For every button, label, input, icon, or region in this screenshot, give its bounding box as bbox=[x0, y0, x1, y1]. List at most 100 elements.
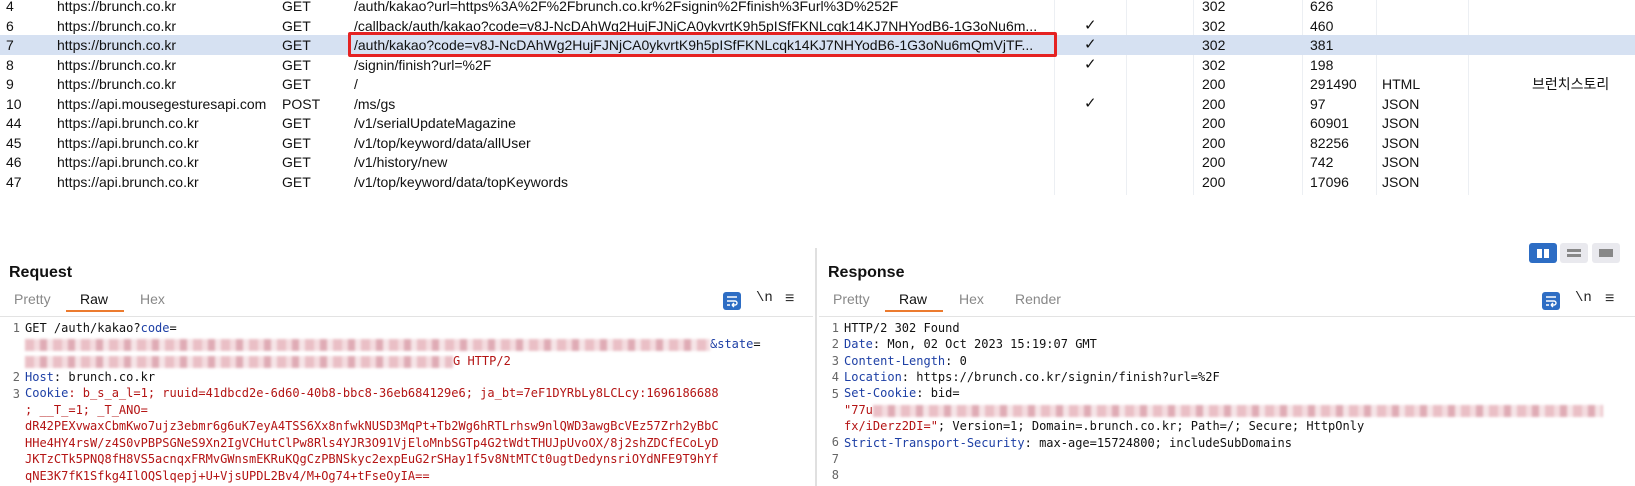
cell-length: 742 bbox=[1310, 154, 1334, 170]
tab-raw[interactable]: Raw bbox=[80, 291, 108, 307]
header-key: Strict-Transport-Security bbox=[844, 436, 1025, 450]
redacted-state-line: G HTTP/2 bbox=[25, 353, 511, 370]
param-eq: = bbox=[169, 321, 177, 335]
header-value: : b_s_a_l=1; ruuid=41dbcd2e-6d60-40b8-bb… bbox=[68, 386, 719, 400]
request-line-tail: G HTTP/2 bbox=[453, 354, 511, 368]
response-tabs: Pretty Raw Hex Render bbox=[819, 288, 1635, 312]
cell-status: 302 bbox=[1202, 37, 1226, 53]
show-newlines-button[interactable]: \n bbox=[756, 290, 773, 306]
cookie-line: dR42PEXvwaxCbmKwo7ujz3ebmr6g6uK7eyA4TSS6… bbox=[25, 419, 719, 433]
header-value: : 0 bbox=[945, 354, 967, 368]
status-line: HTTP/2 302 Found bbox=[844, 321, 960, 335]
cell-num: 10 bbox=[6, 95, 22, 112]
wrap-lines-icon[interactable] bbox=[1542, 292, 1560, 310]
request-editor[interactable]: 1 2 3 GET /auth/kakao?code= &state= G HT… bbox=[0, 317, 813, 486]
line-number: 1 bbox=[831, 321, 839, 335]
hamburger-menu-icon[interactable]: ≡ bbox=[1605, 290, 1614, 308]
table-row[interactable]: 45 https://api.brunch.co.kr GET/v1/top/key… bbox=[0, 133, 1635, 153]
cell-host: https://api.brunch.co.kr bbox=[57, 134, 199, 151]
tab-pretty[interactable]: Pretty bbox=[833, 291, 870, 307]
redacted-blur bbox=[25, 355, 453, 368]
wrap-lines-icon[interactable] bbox=[723, 292, 741, 310]
show-newlines-button[interactable]: \n bbox=[1575, 290, 1592, 306]
cell-length: 198 bbox=[1310, 56, 1334, 73]
cell-status: 200 bbox=[1202, 115, 1226, 131]
line-number: 2 bbox=[12, 370, 20, 384]
cell-method: POST bbox=[282, 95, 321, 112]
cell-edited: ✓ bbox=[1084, 36, 1097, 53]
tab-raw[interactable]: Raw bbox=[899, 291, 927, 307]
table-row[interactable]: 8 https://brunch.co.kr GET/signin/finish?u… bbox=[0, 55, 1635, 75]
cell-length: 17096 bbox=[1310, 173, 1349, 190]
content-length-header: Content-Length: 0 bbox=[844, 353, 967, 370]
cell-host: https://api.mousegesturesapi.com bbox=[57, 95, 267, 112]
cell-method: GET bbox=[282, 134, 311, 151]
redacted-blur bbox=[872, 404, 1603, 417]
set-cookie-value-line: "77u bbox=[844, 402, 1603, 419]
cell-status: 200 bbox=[1202, 173, 1226, 190]
header-value: : bid= bbox=[916, 386, 960, 400]
line-number: 5 bbox=[831, 387, 839, 401]
cell-mime: HTML bbox=[1382, 76, 1421, 92]
cell-status: 302 bbox=[1202, 56, 1226, 73]
cell-url: /auth/kakao?url=https%3A%2F%2Fbrunch.co.… bbox=[354, 0, 899, 14]
header-value: : Mon, 02 Oct 2023 15:19:07 GMT bbox=[872, 337, 1097, 351]
cookie-line: qNE3K7fK1Sfkg4IlOQSlqepj+U+VjsUPDL2Bv4/M… bbox=[25, 469, 430, 483]
cell-url: /v1/history/new bbox=[354, 154, 448, 170]
cell-method: GET bbox=[282, 37, 311, 53]
request-title: Request bbox=[9, 264, 73, 281]
set-cookie-header: Set-Cookie: bid= bbox=[844, 385, 960, 402]
cell-url: /ms/gs bbox=[354, 95, 396, 112]
cell-length: 626 bbox=[1310, 0, 1334, 14]
cell-method: GET bbox=[282, 56, 311, 73]
proxy-history-table: 4 https://brunch.co.kr GET/auth/kakao?url=… bbox=[0, 0, 1635, 235]
cell-host: https://api.brunch.co.kr bbox=[57, 115, 199, 131]
cell-length: 460 bbox=[1310, 17, 1334, 34]
response-title: Response bbox=[828, 264, 905, 281]
param-key: &state bbox=[710, 337, 754, 351]
cell-host: https://brunch.co.kr bbox=[57, 37, 177, 53]
cell-num: 44 bbox=[6, 115, 22, 131]
cell-url: /signin/finish?url=%2F bbox=[354, 56, 492, 73]
tab-render[interactable]: Render bbox=[1015, 291, 1061, 307]
table-row[interactable]: 46 https://api.brunch.co.kr GET/v1/history… bbox=[0, 152, 1635, 172]
param-eq: = bbox=[753, 337, 761, 351]
hamburger-menu-icon[interactable]: ≡ bbox=[785, 290, 794, 308]
table-row[interactable]: 47 https://api.brunch.co.kr GET/v1/top/key… bbox=[0, 172, 1635, 192]
table-row[interactable]: 4 https://brunch.co.kr GET/auth/kakao?url=… bbox=[0, 0, 1635, 16]
cookie-header: Cookie: b_s_a_l=1; ruuid=41dbcd2e-6d60-4… bbox=[25, 385, 719, 402]
highlighted-url-box bbox=[348, 32, 1057, 57]
active-tab-underline bbox=[66, 310, 124, 312]
cookie-line: HHe4HY4rsW/z4S0vPBPSGNeS9Xn2IgVCHutClPw8… bbox=[25, 436, 719, 450]
set-cookie-attrs-line: fx/iDerz2DI="; Version=1; Domain=.brunch… bbox=[844, 418, 1364, 435]
cell-mime: JSON bbox=[1382, 115, 1420, 131]
cell-mime: JSON bbox=[1382, 154, 1420, 170]
cell-status: 302 bbox=[1202, 0, 1226, 14]
cell-length: 82256 bbox=[1310, 134, 1349, 151]
table-row[interactable]: 10 https://api.mousegesturesapi.com POST/m… bbox=[0, 94, 1635, 114]
cell-edited: ✓ bbox=[1084, 94, 1097, 112]
tab-hex[interactable]: Hex bbox=[959, 291, 984, 307]
cell-num: 9 bbox=[6, 76, 14, 92]
cell-status: 302 bbox=[1202, 17, 1226, 34]
active-tab-underline bbox=[885, 310, 943, 312]
cell-host: https://brunch.co.kr bbox=[57, 76, 177, 92]
cell-length: 291490 bbox=[1310, 76, 1357, 92]
table-row[interactable]: 9 https://brunch.co.kr GET / 200 291490 HTML 브런… bbox=[0, 74, 1635, 94]
tab-pretty[interactable]: Pretty bbox=[14, 291, 51, 307]
line-number: 6 bbox=[831, 435, 839, 449]
response-editor[interactable]: 1 2 3 4 5 6 7 8 HTTP/2 302 Found Date: M… bbox=[819, 317, 1635, 486]
table-row[interactable]: 44 https://api.brunch.co.kr GET/v1/serialU… bbox=[0, 113, 1635, 133]
cell-method: GET bbox=[282, 173, 311, 190]
cell-url: / bbox=[354, 76, 358, 92]
redacted-blur bbox=[25, 338, 710, 351]
header-value: : max-age=15724800; includeSubDomains bbox=[1024, 436, 1292, 450]
tab-hex[interactable]: Hex bbox=[140, 291, 165, 307]
pane-divider[interactable] bbox=[815, 248, 817, 486]
cell-title: 브런치스토리 bbox=[1532, 76, 1610, 92]
response-pane: Response Pretty Raw Hex Render \n ≡ 1 2 … bbox=[819, 248, 1635, 486]
cell-num: 7 bbox=[6, 37, 14, 53]
cell-method: GET bbox=[282, 76, 311, 92]
cell-host: https://api.brunch.co.kr bbox=[57, 173, 199, 190]
cell-method: GET bbox=[282, 0, 311, 14]
